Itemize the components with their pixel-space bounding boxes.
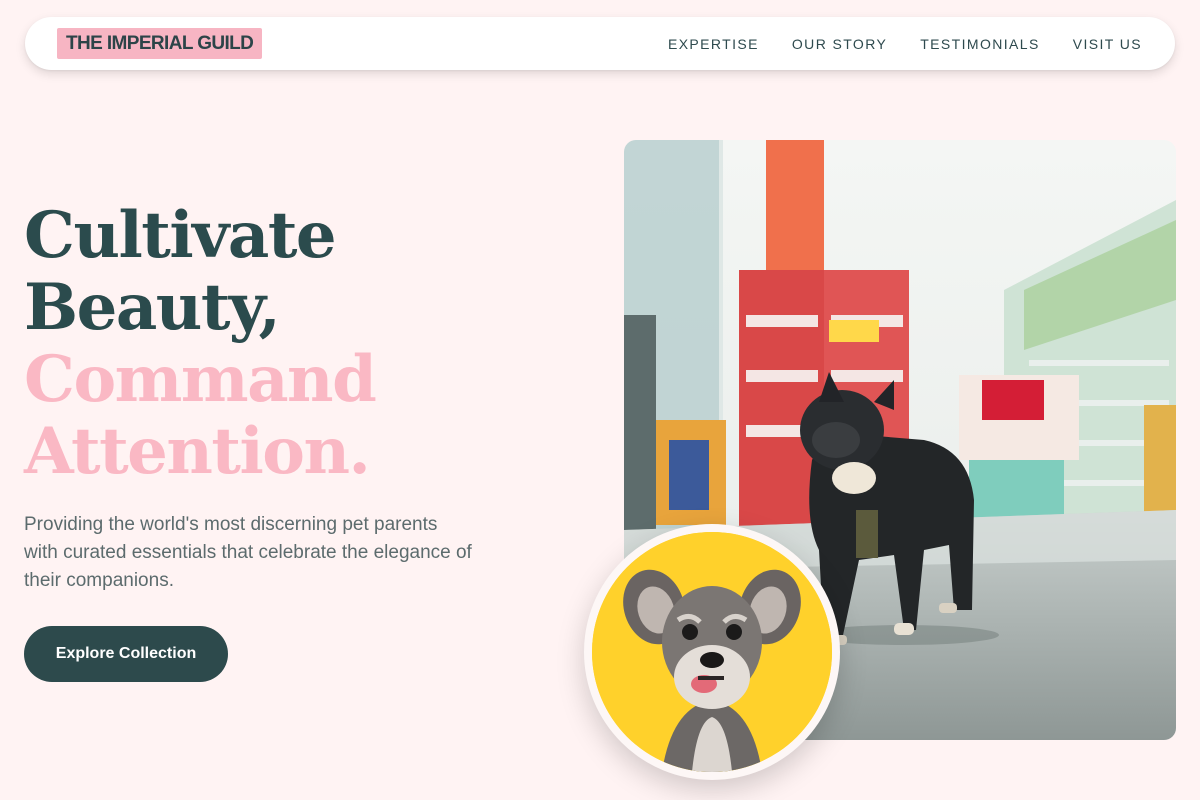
hero-title-line-4: Attention.	[24, 414, 371, 489]
hero-title-line-2: Beauty,	[24, 270, 281, 345]
brand-logo[interactable]: THE IMPERIAL GUILD	[57, 28, 263, 59]
schnauzer-avatar-frame	[584, 524, 840, 780]
hero-subtitle: Providing the world's most discerning pe…	[24, 514, 472, 591]
hero-title-line-3: Command	[24, 342, 377, 417]
nav-links: EXPERTISE OUR STORY TESTIMONIALS VISIT U…	[668, 36, 1142, 52]
top-navbar: THE IMPERIAL GUILD EXPERTISE OUR STORY T…	[25, 17, 1175, 70]
hero-title: Cultivate Beauty, Command Attention.	[24, 198, 377, 489]
explore-collection-button[interactable]: Explore Collection	[24, 626, 228, 682]
nav-link-our-story[interactable]: OUR STORY	[792, 36, 887, 52]
hero-title-line-1: Cultivate	[24, 198, 337, 273]
schnauzer-puppy-photo	[592, 532, 832, 772]
nav-link-expertise[interactable]: EXPERTISE	[668, 36, 759, 52]
nav-link-visit-us[interactable]: VISIT US	[1073, 36, 1142, 52]
nav-link-testimonials[interactable]: TESTIMONIALS	[920, 36, 1039, 52]
